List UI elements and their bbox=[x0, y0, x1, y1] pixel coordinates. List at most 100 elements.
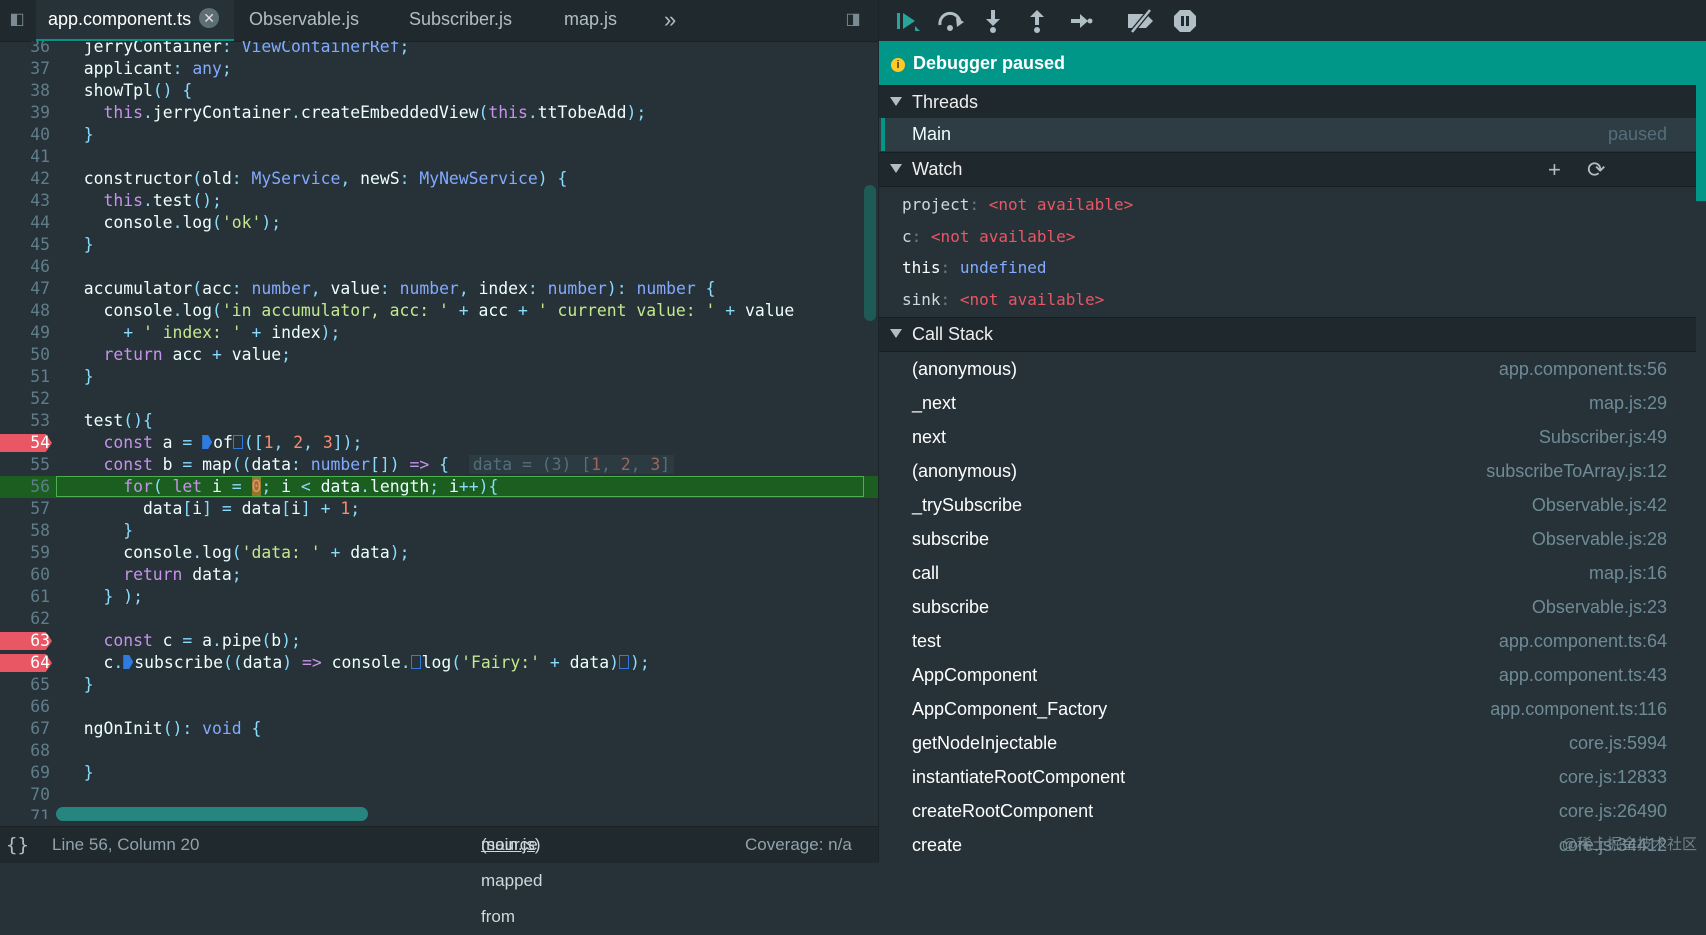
tab-subscriber[interactable]: Subscriber.js bbox=[409, 0, 512, 41]
frame-function: subscribe bbox=[912, 529, 990, 549]
debugger-paused-banner: i Debugger paused bbox=[879, 41, 1696, 85]
tab-app-component[interactable]: app.component.ts ✕ bbox=[36, 0, 234, 41]
code-line: 61 } ); bbox=[0, 586, 878, 608]
thread-item-main[interactable]: Main paused bbox=[879, 118, 1696, 151]
thread-state: paused bbox=[1607, 124, 1667, 144]
line-number: 70 bbox=[30, 785, 50, 804]
watch-item[interactable]: this: undefined bbox=[902, 253, 1047, 283]
call-stack-frame[interactable]: subscribe Observable.js:28 bbox=[879, 522, 1696, 556]
coverage-info: Coverage: n/a bbox=[745, 835, 852, 854]
horizontal-scrollbar[interactable] bbox=[56, 807, 368, 821]
frame-location: map.js:16 bbox=[1588, 563, 1667, 583]
frame-function: (anonymous) bbox=[912, 359, 1018, 379]
step-out-icon[interactable] bbox=[1027, 9, 1047, 33]
pause-on-exceptions-icon[interactable] bbox=[1173, 9, 1197, 33]
vertical-scrollbar[interactable] bbox=[864, 185, 876, 321]
line-number: 53 bbox=[30, 411, 50, 430]
step-over-icon[interactable] bbox=[936, 9, 966, 33]
watch-value: undefined bbox=[959, 258, 1047, 277]
watch-item[interactable]: project: <not available> bbox=[902, 190, 1133, 220]
inline-preview: data = (3) [1, 2, 3] bbox=[468, 455, 675, 474]
call-stack-frame[interactable]: AppComponent_Factory app.component.ts:116 bbox=[879, 692, 1696, 726]
tab-label: Observable.js bbox=[249, 9, 360, 29]
watch-header[interactable]: Watch + ⟳ bbox=[879, 152, 1696, 187]
section-title: Threads bbox=[912, 92, 979, 112]
call-stack-frame[interactable]: test app.component.ts:64 bbox=[879, 624, 1696, 658]
column-breakpoint-icon[interactable] bbox=[202, 435, 213, 449]
code-line: 47 accumulator(acc: number, value: numbe… bbox=[0, 278, 878, 300]
threads-header[interactable]: Threads bbox=[879, 85, 1696, 120]
call-stack-frame[interactable]: next Subscriber.js:49 bbox=[879, 420, 1696, 454]
column-breakpoint-icon[interactable] bbox=[619, 655, 629, 669]
more-tabs-icon[interactable]: » bbox=[664, 0, 676, 41]
tab-label: map.js bbox=[564, 9, 618, 29]
selected-indicator bbox=[881, 118, 885, 151]
frame-location: subscribeToArray.js:12 bbox=[1486, 461, 1667, 481]
code-line: 49 + ' index: ' + index); bbox=[0, 322, 878, 344]
call-stack-frame[interactable]: instantiateRootComponent core.js:12833 bbox=[879, 760, 1696, 794]
line-number[interactable]: 54 bbox=[0, 432, 50, 454]
frame-location: app.component.ts:43 bbox=[1498, 665, 1667, 685]
code-line: 51 } bbox=[0, 366, 878, 388]
info-icon: i bbox=[891, 58, 905, 72]
step-icon[interactable] bbox=[1069, 9, 1093, 33]
watch-item[interactable]: c: <not available> bbox=[902, 222, 1075, 252]
call-stack-frame[interactable]: createRootComponent core.js:26490 bbox=[879, 794, 1696, 828]
call-stack-frame[interactable]: getNodeInjectable core.js:5994 bbox=[879, 726, 1696, 760]
tab-map[interactable]: map.js bbox=[564, 0, 617, 41]
call-stack-frame[interactable]: (anonymous) app.component.ts:56 bbox=[879, 352, 1696, 386]
line-number: 57 bbox=[30, 499, 50, 518]
toggle-debugger-icon[interactable]: ◨ bbox=[842, 9, 864, 31]
line-number: 39 bbox=[30, 103, 50, 122]
line-number: 40 bbox=[30, 125, 50, 144]
toggle-navigator-icon[interactable]: ◧ bbox=[6, 9, 28, 31]
call-stack-frame[interactable]: call map.js:16 bbox=[879, 556, 1696, 590]
code-line: 36 jerryContainer: ViewContainerRef; bbox=[0, 41, 878, 58]
call-stack-frame[interactable]: _trySubscribe Observable.js:42 bbox=[879, 488, 1696, 522]
column-breakpoint-icon[interactable] bbox=[232, 435, 243, 449]
watch-sep: : bbox=[911, 227, 922, 246]
frame-location: app.component.ts:56 bbox=[1498, 359, 1667, 379]
call-stack-header[interactable]: Call Stack bbox=[879, 317, 1696, 352]
code-line: 70 bbox=[0, 784, 878, 806]
watch-sep: : bbox=[969, 195, 980, 214]
resume-icon[interactable] bbox=[895, 10, 921, 32]
line-number[interactable]: 63 bbox=[0, 630, 50, 652]
column-breakpoint-icon[interactable] bbox=[410, 655, 421, 669]
call-stack-frame[interactable]: _next map.js:29 bbox=[879, 386, 1696, 420]
cursor-position: Line 56, Column 20 bbox=[52, 835, 200, 854]
column-breakpoint-icon[interactable] bbox=[123, 655, 134, 669]
line-number: 43 bbox=[30, 191, 50, 210]
tab-label: app.component.ts bbox=[48, 9, 192, 29]
code-line: 63 const c = a.pipe(b); bbox=[0, 630, 878, 652]
add-watch-icon[interactable]: + bbox=[1548, 153, 1561, 186]
frame-function: _next bbox=[912, 393, 957, 413]
line-number: 65 bbox=[30, 675, 50, 694]
frame-function: subscribe bbox=[912, 597, 990, 617]
call-stack-frame[interactable]: subscribe Observable.js:23 bbox=[879, 590, 1696, 624]
debugger-scrollbar[interactable] bbox=[1696, 41, 1706, 201]
code-line: 69 } bbox=[0, 762, 878, 784]
line-number: 69 bbox=[30, 763, 50, 782]
frame-location: Observable.js:23 bbox=[1531, 597, 1667, 617]
refresh-watch-icon[interactable]: ⟳ bbox=[1587, 153, 1605, 186]
watch-item[interactable]: sink: <not available> bbox=[902, 285, 1104, 315]
editor-tab-bar: ◧ app.component.ts ✕ Observable.js Subscr… bbox=[0, 0, 878, 42]
frame-location: core.js:26490 bbox=[1558, 801, 1667, 821]
call-stack-frame[interactable]: AppComponent app.component.ts:43 bbox=[879, 658, 1696, 692]
close-tab-icon[interactable]: ✕ bbox=[199, 8, 220, 28]
watch-sep: : bbox=[940, 290, 951, 309]
line-number[interactable]: 64 bbox=[0, 652, 50, 674]
deactivate-breakpoints-icon[interactable] bbox=[1126, 9, 1156, 33]
pretty-print-icon[interactable]: {} bbox=[6, 827, 29, 863]
frame-location: Observable.js:42 bbox=[1531, 495, 1667, 515]
line-number: 38 bbox=[30, 81, 50, 100]
expand-triangle-icon bbox=[890, 97, 902, 106]
code-editor[interactable]: 36 jerryContainer: ViewContainerRef; 37 … bbox=[0, 41, 878, 819]
line-number: 45 bbox=[30, 235, 50, 254]
tab-observable[interactable]: Observable.js bbox=[249, 0, 359, 41]
step-into-icon[interactable] bbox=[983, 9, 1003, 33]
frame-function: (anonymous) bbox=[912, 461, 1018, 481]
code-line: 65 } bbox=[0, 674, 878, 696]
call-stack-frame[interactable]: (anonymous) subscribeToArray.js:12 bbox=[879, 454, 1696, 488]
